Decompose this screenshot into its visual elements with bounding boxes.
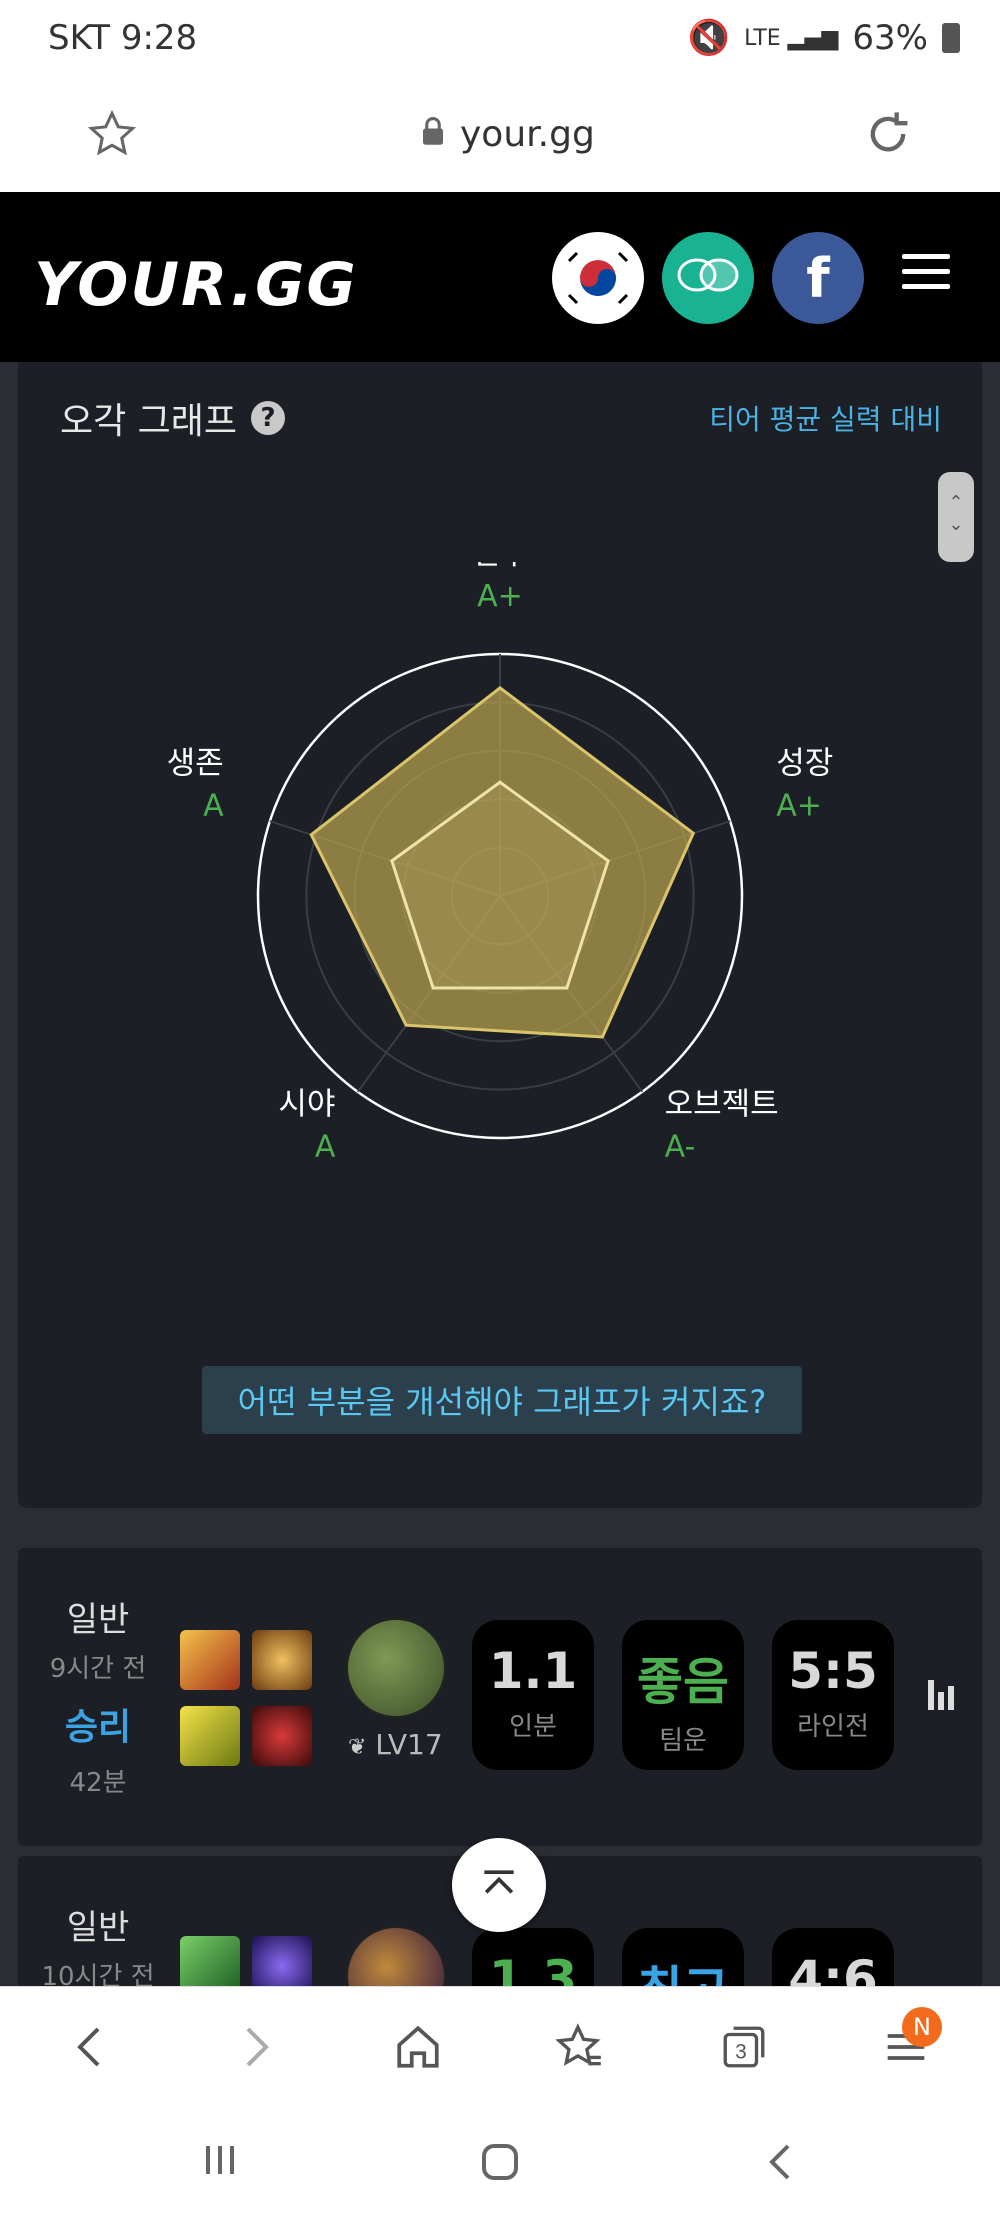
system-back-icon[interactable] [762,2140,798,2188]
carrier-time: SKT 9:28 [48,18,198,58]
battery-level: 63% [852,18,928,58]
mute-icon: 🔇 [687,18,731,58]
stat-badge: 1.1 인분 [472,1620,594,1770]
back-icon[interactable] [60,2017,120,2077]
bar-chart-icon[interactable] [928,1680,954,1710]
match-time-ago: 9시간 전 [49,1654,147,1684]
radar-axis-label: 오브젝트 [665,1087,779,1123]
rune-icon [252,1630,312,1690]
panel-title: 오각 그래프 [60,401,238,442]
signal-icon: LTE ▂▄▆ [744,25,839,51]
lock-icon [420,114,446,155]
rune-icon [252,1706,312,1766]
battery-icon [942,23,960,53]
stat-badge: 좋음 팀운 [622,1620,744,1770]
tabs-icon[interactable]: 3 [714,2017,774,2077]
radar-axis-label: 성장 [776,745,833,781]
forward-icon[interactable] [226,2017,286,2077]
radar-chart: 전투 A+ 성장 A+ 오브젝트 A- 시야 A 생존 A [167,562,834,1165]
notification-badge: N [902,2007,942,2047]
stat-value: 좋음 [637,1653,729,1711]
home-button-icon[interactable] [478,2140,522,2188]
summoner-spell-icon [180,1630,240,1690]
panel-title-row: 오각 그래프 ? [60,392,286,444]
star-icon[interactable] [86,108,138,164]
stat-value: 1.1 [488,1642,578,1700]
browser-bottom-nav: 3 N [0,1986,1000,2101]
menu-icon[interactable] [902,254,950,299]
radar-axis-grade: A+ [477,579,523,614]
radar-axis-grade: A [315,1130,336,1165]
status-icons: 🔇 LTE ▂▄▆ 63% [688,18,960,58]
system-nav-bar [0,2100,1000,2222]
tier-compare-link[interactable]: 티어 평균 실력 대비 [709,398,942,438]
radar-axis-grade: A- [665,1130,696,1165]
stat-badge: 5:5 라인전 [772,1620,894,1770]
home-icon[interactable] [388,2017,448,2077]
radar-axis-label: 시야 [278,1087,335,1123]
tabs-count: 3 [735,2040,747,2063]
champion-avatar [346,1618,446,1718]
match-result: 승리 [64,1707,132,1748]
reload-icon[interactable] [862,108,914,164]
radar-axis-label: 생존 [167,745,224,781]
korea-flag-icon[interactable] [552,232,644,324]
level-text: LV17 [375,1728,443,1761]
url-text: your.gg [460,114,595,155]
leaf-icon: ❦ [348,1735,367,1760]
improve-graph-button[interactable]: 어떤 부분을 개선해야 그래프가 커지죠? [202,1366,802,1434]
radar-axis-grade: A [203,788,224,823]
radar-axis-label: 전투 [471,562,528,572]
bookmarks-icon[interactable] [550,2017,610,2077]
summoner-spell-icon [180,1706,240,1766]
scroll-top-icon[interactable] [452,1838,546,1932]
translate-icon[interactable] [662,232,754,324]
match-duration: 42분 [69,1768,127,1798]
url-display[interactable]: your.gg [420,114,595,155]
match-type: 일반 [66,1908,130,1948]
match-card[interactable]: 일반 9시간 전 승리 42분 ❦ LV17 1.1 인분 좋음 팀운 5:5 … [18,1548,982,1846]
radar-axis-grade: A+ [776,788,822,823]
browser-url-bar: your.gg [0,78,1000,193]
recent-apps-icon[interactable] [200,2140,240,2184]
stat-label: 인분 [509,1712,557,1742]
match-type: 일반 [66,1600,130,1640]
stat-label: 라인전 [797,1712,869,1742]
help-icon[interactable]: ? [251,401,286,435]
radar-panel: 오각 그래프 ? 티어 평균 실력 대비 ⌃⌄ 전투 A+ 성장 A+ 오브젝트 A- 시야… [18,362,982,1508]
facebook-icon[interactable]: f [772,232,864,324]
status-bar: SKT 9:28 🔇 LTE ▂▄▆ 63% [0,0,1000,78]
site-logo[interactable]: YOUR.GG [34,250,358,320]
stat-label: 팀운 [659,1726,707,1756]
site-header: YOUR.GG f [0,192,1000,362]
stat-value: 5:5 [788,1642,878,1700]
scroll-handle[interactable]: ⌃ ⌄ [938,472,974,562]
champion-level: ❦ LV17 [348,1728,443,1761]
